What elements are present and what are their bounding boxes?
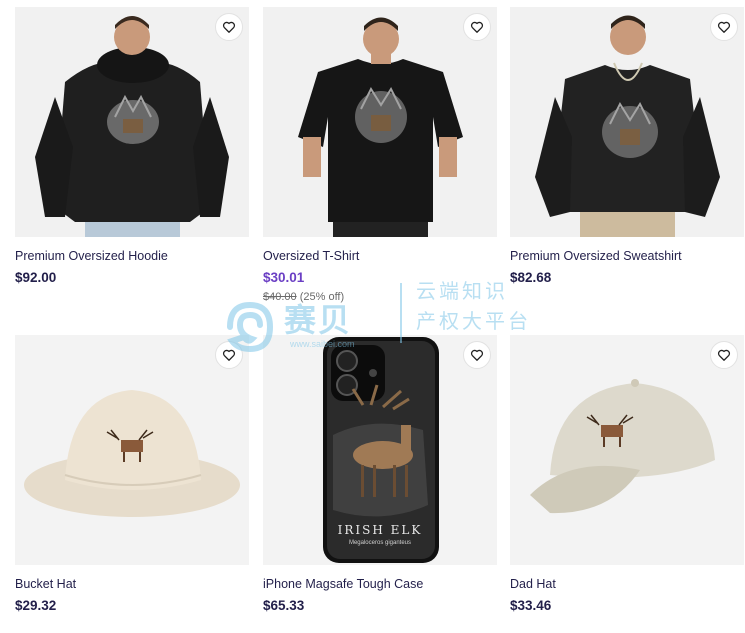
favorite-button[interactable] xyxy=(463,13,491,41)
watermark-line2: 产权大平台 xyxy=(416,311,531,333)
favorite-button[interactable] xyxy=(463,341,491,369)
product-price: $82.68 xyxy=(510,270,552,285)
favorite-button[interactable] xyxy=(215,13,243,41)
product-price: $65.33 xyxy=(263,598,305,613)
product-title[interactable]: Premium Oversized Sweatshirt xyxy=(510,249,744,263)
discount-label: (25% off) xyxy=(299,291,345,303)
favorite-button[interactable] xyxy=(710,341,738,369)
product-image-hoodie[interactable] xyxy=(15,7,249,237)
product-price: $92.00 xyxy=(15,270,57,285)
product-card-dad-hat[interactable]: Dad Hat $33.46 xyxy=(510,335,744,613)
product-price: $33.46 xyxy=(510,598,552,613)
product-image-sweatshirt[interactable] xyxy=(510,7,744,237)
tshirt-illustration xyxy=(263,7,497,237)
heart-icon xyxy=(470,349,484,361)
product-card-hoodie[interactable]: Premium Oversized Hoodie $92.00 xyxy=(15,7,249,285)
product-image-tshirt[interactable] xyxy=(263,7,497,237)
product-title[interactable]: Dad Hat xyxy=(510,577,744,591)
dad-hat-illustration xyxy=(510,335,744,565)
original-price: $40.00 xyxy=(263,291,297,303)
product-card-tshirt[interactable]: Oversized T-Shirt $30.01 $40.00 (25% off… xyxy=(263,7,497,303)
product-image-dad-hat[interactable] xyxy=(510,335,744,565)
product-title[interactable]: iPhone Magsafe Tough Case xyxy=(263,577,497,591)
favorite-button[interactable] xyxy=(710,13,738,41)
sweatshirt-illustration xyxy=(510,7,744,237)
case-subtext: Megaloceros giganteus xyxy=(348,540,412,546)
product-title[interactable]: Bucket Hat xyxy=(15,577,249,591)
product-card-sweatshirt[interactable]: Premium Oversized Sweatshirt $82.68 xyxy=(510,7,744,285)
case-text: IRISH ELK xyxy=(337,523,423,537)
original-price-row: $40.00 (25% off) xyxy=(263,291,497,303)
product-image-bucket-hat[interactable] xyxy=(15,335,249,565)
product-title[interactable]: Premium Oversized Hoodie xyxy=(15,249,249,263)
heart-icon xyxy=(717,349,731,361)
product-title[interactable]: Oversized T-Shirt xyxy=(263,249,497,263)
product-price: $29.32 xyxy=(15,598,57,613)
heart-icon xyxy=(222,21,236,33)
product-card-bucket-hat[interactable]: Bucket Hat $29.32 xyxy=(15,335,249,613)
heart-icon xyxy=(717,21,731,33)
product-sale-price: $30.01 xyxy=(263,270,305,285)
product-card-phone-case[interactable]: IRISH ELK Megaloceros giganteus iPhone M… xyxy=(263,335,497,613)
hoodie-illustration xyxy=(15,7,249,237)
favorite-button[interactable] xyxy=(215,341,243,369)
product-image-phone-case[interactable]: IRISH ELK Megaloceros giganteus xyxy=(263,335,497,565)
heart-icon xyxy=(470,21,484,33)
heart-icon xyxy=(222,349,236,361)
bucket-hat-illustration xyxy=(15,335,249,565)
